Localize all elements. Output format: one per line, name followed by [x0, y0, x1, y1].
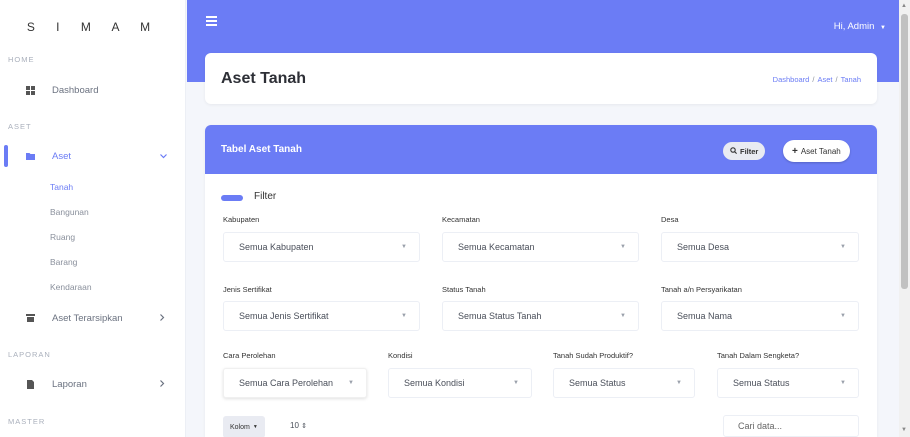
chevron-right-icon — [160, 313, 165, 324]
search-icon — [730, 146, 737, 156]
sidebar-item-dashboard[interactable]: Dashboard — [0, 79, 186, 101]
section-home: HOME — [8, 55, 35, 64]
caret-down-icon: ▼ — [401, 313, 407, 319]
breadcrumb-aset[interactable]: Aset — [817, 75, 832, 84]
select-value: Semua Kecamatan — [458, 242, 535, 252]
sidebar-item-aset-terarsipkan[interactable]: Aset Terarsipkan — [0, 307, 186, 329]
page-scrollbar[interactable]: ▲ ▼ — [899, 0, 910, 437]
filter-toggle[interactable] — [221, 195, 243, 201]
produktif-label: Tanah Sudah Produktif? — [553, 351, 634, 360]
kabupaten-select[interactable]: Semua Kabupaten ▼ — [223, 232, 420, 262]
scroll-up-icon[interactable]: ▲ — [901, 3, 907, 9]
sidebar-item-label: Aset Terarsipkan — [52, 312, 123, 324]
desa-select[interactable]: Semua Desa ▼ — [661, 232, 859, 262]
caret-down-icon: ▼ — [840, 244, 846, 250]
caret-down-icon: ▼ — [840, 380, 846, 386]
user-menu[interactable]: Hi, Admin ▼ — [834, 21, 886, 32]
kolom-dropdown[interactable]: Kolom ▼ — [223, 416, 265, 437]
section-master: MASTER — [8, 417, 46, 426]
sidebar-item-aset[interactable]: Aset — [0, 145, 186, 167]
sengketa-label: Tanah Dalam Sengketa? — [717, 351, 800, 360]
per-page-select[interactable]: 10 ⇕ — [290, 421, 307, 430]
sidebar-subitem-ruang[interactable]: Ruang — [50, 232, 75, 242]
caret-down-icon: ▼ — [620, 313, 626, 319]
add-button-label: Aset Tanah — [800, 146, 841, 156]
sidebar-item-laporan[interactable]: Laporan — [0, 373, 186, 395]
chevron-right-icon — [160, 379, 165, 390]
section-aset: ASET — [8, 122, 32, 131]
caret-down-icon: ▼ — [676, 380, 682, 386]
select-value: Semua Kondisi — [404, 378, 465, 388]
plus-icon: + — [792, 145, 798, 157]
status-tanah-select[interactable]: Semua Status Tanah ▼ — [442, 301, 639, 331]
jenis-sertifikat-label: Jenis Sertifikat — [223, 285, 272, 294]
sidebar-item-label: Dashboard — [52, 84, 99, 96]
kondisi-select[interactable]: Semua Kondisi ▼ — [388, 368, 532, 398]
cara-perolehan-label: Cara Perolehan — [223, 351, 276, 360]
tanah-an-label: Tanah a/n Persyarikatan — [661, 285, 742, 294]
sidebar-subitem-tanah[interactable]: Tanah — [50, 182, 73, 192]
select-value: Semua Jenis Sertifikat — [239, 311, 329, 321]
chevron-down-icon — [160, 151, 167, 162]
kolom-label: Kolom — [230, 423, 250, 431]
file-icon — [26, 379, 35, 389]
breadcrumb: Dashboard / Aset / Tanah — [772, 75, 861, 84]
page-title: Aset Tanah — [221, 70, 307, 87]
breadcrumb-dashboard[interactable]: Dashboard — [773, 75, 810, 84]
filter-button[interactable]: Filter — [723, 142, 766, 160]
produktif-select[interactable]: Semua Status ▼ — [553, 368, 695, 398]
sidebar-subitem-kendaraan[interactable]: Kendaraan — [50, 282, 92, 292]
table-title: Tabel Aset Tanah — [221, 144, 302, 155]
caret-down-icon: ▼ — [880, 25, 886, 31]
brand-logo: S I M A M — [26, 20, 160, 34]
section-laporan: LAPORAN — [8, 350, 51, 359]
caret-down-icon: ▼ — [401, 244, 407, 250]
sidebar-item-label: Laporan — [52, 378, 87, 390]
sidebar: S I M A M HOME Dashboard ASET Aset Tanah… — [0, 0, 186, 437]
table-card-header: Tabel Aset Tanah Filter + Aset Tanah — [205, 125, 877, 174]
sidebar-subitem-barang[interactable]: Barang — [50, 257, 77, 267]
desa-label: Desa — [661, 215, 679, 224]
cara-perolehan-select[interactable]: Semua Cara Perolehan ▼ — [223, 368, 367, 398]
grid-icon — [26, 85, 35, 95]
menu-icon[interactable] — [206, 16, 217, 28]
status-tanah-label: Status Tanah — [442, 285, 486, 294]
archive-icon — [26, 314, 35, 323]
kabupaten-label: Kabupaten — [223, 215, 260, 224]
caret-down-icon: ▼ — [620, 244, 626, 250]
sort-icon: ⇕ — [301, 423, 308, 430]
caret-down-icon: ▼ — [513, 380, 519, 386]
select-value: Semua Nama — [677, 311, 733, 321]
sidebar-subitem-bangunan[interactable]: Bangunan — [50, 207, 89, 217]
filter-toggle-label: Filter — [254, 191, 277, 202]
sidebar-item-label: Aset — [52, 150, 72, 162]
user-greeting: Hi, Admin — [833, 21, 875, 32]
breadcrumb-tanah[interactable]: Tanah — [841, 75, 861, 84]
table-card: Tabel Aset Tanah Filter + Aset Tanah Fil… — [205, 125, 877, 437]
scroll-down-icon[interactable]: ▼ — [901, 427, 907, 433]
folder-icon — [26, 152, 35, 161]
select-value: Semua Status — [569, 378, 626, 388]
caret-down-icon: ▼ — [840, 313, 846, 319]
kondisi-label: Kondisi — [388, 351, 413, 360]
page-header-card: Aset Tanah Dashboard / Aset / Tanah — [205, 53, 877, 104]
caret-down-icon: ▼ — [252, 424, 258, 430]
select-value: Semua Kabupaten — [239, 242, 314, 252]
filter-button-label: Filter — [740, 146, 759, 156]
select-value: Semua Status — [733, 378, 790, 388]
kecamatan-select[interactable]: Semua Kecamatan ▼ — [442, 232, 639, 262]
caret-down-icon: ▼ — [348, 380, 354, 386]
search-input[interactable] — [723, 415, 859, 437]
sengketa-select[interactable]: Semua Status ▼ — [717, 368, 859, 398]
jenis-sertifikat-select[interactable]: Semua Jenis Sertifikat ▼ — [223, 301, 420, 331]
add-aset-tanah-button[interactable]: + Aset Tanah — [783, 140, 850, 162]
select-value: Semua Status Tanah — [458, 311, 542, 321]
select-value: Semua Desa — [677, 242, 730, 252]
per-page-value: 10 — [290, 421, 299, 430]
scrollbar-thumb[interactable] — [901, 14, 908, 289]
kecamatan-label: Kecamatan — [442, 215, 480, 224]
select-value: Semua Cara Perolehan — [239, 378, 334, 388]
tanah-an-select[interactable]: Semua Nama ▼ — [661, 301, 859, 331]
